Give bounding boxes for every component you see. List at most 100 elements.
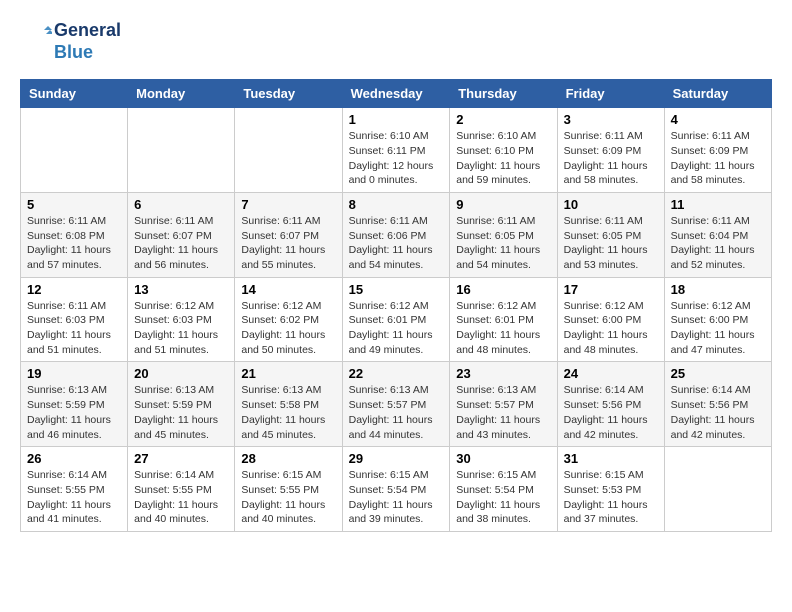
header-day: Thursday	[450, 80, 557, 108]
calendar-cell: 14Sunrise: 6:12 AMSunset: 6:02 PMDayligh…	[235, 277, 342, 362]
calendar-cell: 30Sunrise: 6:15 AMSunset: 5:54 PMDayligh…	[450, 447, 557, 532]
day-info: Sunrise: 6:11 AMSunset: 6:03 PMDaylight:…	[27, 299, 121, 358]
day-info: Sunrise: 6:11 AMSunset: 6:07 PMDaylight:…	[241, 214, 335, 273]
calendar-cell: 18Sunrise: 6:12 AMSunset: 6:00 PMDayligh…	[664, 277, 771, 362]
calendar-cell: 21 Sunrise: 6:13 AMSunset: 5:58 PMDayligh…	[235, 362, 342, 447]
day-number: 28	[241, 451, 335, 466]
day-number: 2	[456, 112, 550, 127]
calendar-cell: 11 Sunrise: 6:11 AMSunset: 6:04 PMDayligh…	[664, 192, 771, 277]
day-number: 25	[671, 366, 765, 381]
header-day: Wednesday	[342, 80, 450, 108]
day-number: 11	[671, 197, 765, 212]
calendar-cell: 7 Sunrise: 6:11 AMSunset: 6:07 PMDaylight…	[235, 192, 342, 277]
calendar-cell: 28 Sunrise: 6:15 AMSunset: 5:55 PMDayligh…	[235, 447, 342, 532]
calendar-cell: 17 Sunrise: 6:12 AMSunset: 6:00 PMDayligh…	[557, 277, 664, 362]
calendar-cell: 26Sunrise: 6:14 AMSunset: 5:55 PMDayligh…	[21, 447, 128, 532]
day-info: Sunrise: 6:12 AMSunset: 6:03 PMDaylight:…	[134, 299, 228, 358]
day-info: Sunrise: 6:14 AMSunset: 5:56 PMDaylight:…	[671, 383, 765, 442]
day-number: 9	[456, 197, 550, 212]
day-number: 7	[241, 197, 335, 212]
day-number: 12	[27, 282, 121, 297]
day-info: Sunrise: 6:13 AMSunset: 5:57 PMDaylight:…	[456, 383, 550, 442]
calendar-cell: 8 Sunrise: 6:11 AMSunset: 6:06 PMDaylight…	[342, 192, 450, 277]
day-info: Sunrise: 6:13 AMSunset: 5:59 PMDaylight:…	[27, 383, 121, 442]
day-info: Sunrise: 6:13 AMSunset: 5:58 PMDaylight:…	[241, 383, 335, 442]
day-number: 23	[456, 366, 550, 381]
page-container: General Blue SundayMondayTuesdayWednesda…	[0, 0, 792, 542]
calendar-table: SundayMondayTuesdayWednesdayThursdayFrid…	[20, 79, 772, 532]
header-day: Sunday	[21, 80, 128, 108]
header-day: Monday	[128, 80, 235, 108]
calendar-cell: 4Sunrise: 6:11 AMSunset: 6:09 PMDaylight…	[664, 108, 771, 193]
calendar-cell: 19 Sunrise: 6:13 AMSunset: 5:59 PMDayligh…	[21, 362, 128, 447]
calendar-cell: 5 Sunrise: 6:11 AMSunset: 6:08 PMDaylight…	[21, 192, 128, 277]
day-number: 19	[27, 366, 121, 381]
day-info: Sunrise: 6:12 AMSunset: 6:00 PMDaylight:…	[564, 299, 658, 358]
day-info: Sunrise: 6:12 AMSunset: 6:02 PMDaylight:…	[241, 299, 335, 358]
calendar-cell	[128, 108, 235, 193]
day-number: 15	[349, 282, 444, 297]
day-number: 3	[564, 112, 658, 127]
day-number: 18	[671, 282, 765, 297]
calendar-week-row: 19 Sunrise: 6:13 AMSunset: 5:59 PMDayligh…	[21, 362, 772, 447]
calendar-cell	[235, 108, 342, 193]
calendar-cell: 31 Sunrise: 6:15 AMSunset: 5:53 PMDayligh…	[557, 447, 664, 532]
calendar-cell: 27 Sunrise: 6:14 AMSunset: 5:55 PMDayligh…	[128, 447, 235, 532]
calendar-cell: 6Sunrise: 6:11 AMSunset: 6:07 PMDaylight…	[128, 192, 235, 277]
logo: General Blue	[20, 20, 121, 63]
day-number: 29	[349, 451, 444, 466]
header-day: Friday	[557, 80, 664, 108]
logo-icon	[20, 26, 52, 58]
calendar-cell: 12 Sunrise: 6:11 AMSunset: 6:03 PMDayligh…	[21, 277, 128, 362]
calendar-cell: 29 Sunrise: 6:15 AMSunset: 5:54 PMDayligh…	[342, 447, 450, 532]
day-info: Sunrise: 6:14 AMSunset: 5:56 PMDaylight:…	[564, 383, 658, 442]
calendar-cell: 13 Sunrise: 6:12 AMSunset: 6:03 PMDayligh…	[128, 277, 235, 362]
calendar-cell	[21, 108, 128, 193]
day-number: 10	[564, 197, 658, 212]
day-info: Sunrise: 6:10 AMSunset: 6:11 PMDaylight:…	[349, 129, 444, 188]
calendar-cell: 20Sunrise: 6:13 AMSunset: 5:59 PMDayligh…	[128, 362, 235, 447]
header-day: Saturday	[664, 80, 771, 108]
day-info: Sunrise: 6:11 AMSunset: 6:09 PMDaylight:…	[671, 129, 765, 188]
calendar-cell: 25 Sunrise: 6:14 AMSunset: 5:56 PMDayligh…	[664, 362, 771, 447]
day-info: Sunrise: 6:12 AMSunset: 6:01 PMDaylight:…	[349, 299, 444, 358]
day-number: 27	[134, 451, 228, 466]
calendar-cell: 9Sunrise: 6:11 AMSunset: 6:05 PMDaylight…	[450, 192, 557, 277]
day-number: 17	[564, 282, 658, 297]
header: General Blue	[20, 20, 772, 63]
calendar-cell: 16Sunrise: 6:12 AMSunset: 6:01 PMDayligh…	[450, 277, 557, 362]
calendar-cell: 15 Sunrise: 6:12 AMSunset: 6:01 PMDayligh…	[342, 277, 450, 362]
day-number: 31	[564, 451, 658, 466]
day-info: Sunrise: 6:15 AMSunset: 5:54 PMDaylight:…	[349, 468, 444, 527]
calendar-cell: 24 Sunrise: 6:14 AMSunset: 5:56 PMDayligh…	[557, 362, 664, 447]
day-number: 5	[27, 197, 121, 212]
day-info: Sunrise: 6:15 AMSunset: 5:55 PMDaylight:…	[241, 468, 335, 527]
header-day: Tuesday	[235, 80, 342, 108]
day-number: 20	[134, 366, 228, 381]
day-number: 21	[241, 366, 335, 381]
calendar-week-row: 1Sunrise: 6:10 AMSunset: 6:11 PMDaylight…	[21, 108, 772, 193]
day-number: 22	[349, 366, 444, 381]
calendar-cell	[664, 447, 771, 532]
calendar-header-row: SundayMondayTuesdayWednesdayThursdayFrid…	[21, 80, 772, 108]
day-number: 13	[134, 282, 228, 297]
day-info: Sunrise: 6:10 AMSunset: 6:10 PMDaylight:…	[456, 129, 550, 188]
calendar-cell: 3 Sunrise: 6:11 AMSunset: 6:09 PMDaylight…	[557, 108, 664, 193]
day-info: Sunrise: 6:15 AMSunset: 5:54 PMDaylight:…	[456, 468, 550, 527]
calendar-cell: 22Sunrise: 6:13 AMSunset: 5:57 PMDayligh…	[342, 362, 450, 447]
logo-line1: General	[54, 20, 121, 42]
day-info: Sunrise: 6:11 AMSunset: 6:04 PMDaylight:…	[671, 214, 765, 273]
day-info: Sunrise: 6:11 AMSunset: 6:09 PMDaylight:…	[564, 129, 658, 188]
day-info: Sunrise: 6:15 AMSunset: 5:53 PMDaylight:…	[564, 468, 658, 527]
day-info: Sunrise: 6:12 AMSunset: 6:01 PMDaylight:…	[456, 299, 550, 358]
day-number: 8	[349, 197, 444, 212]
calendar-week-row: 12 Sunrise: 6:11 AMSunset: 6:03 PMDayligh…	[21, 277, 772, 362]
day-number: 24	[564, 366, 658, 381]
day-info: Sunrise: 6:11 AMSunset: 6:08 PMDaylight:…	[27, 214, 121, 273]
calendar-week-row: 5 Sunrise: 6:11 AMSunset: 6:08 PMDaylight…	[21, 192, 772, 277]
calendar-cell: 23 Sunrise: 6:13 AMSunset: 5:57 PMDayligh…	[450, 362, 557, 447]
day-info: Sunrise: 6:11 AMSunset: 6:07 PMDaylight:…	[134, 214, 228, 273]
day-info: Sunrise: 6:14 AMSunset: 5:55 PMDaylight:…	[134, 468, 228, 527]
day-info: Sunrise: 6:14 AMSunset: 5:55 PMDaylight:…	[27, 468, 121, 527]
day-info: Sunrise: 6:11 AMSunset: 6:06 PMDaylight:…	[349, 214, 444, 273]
